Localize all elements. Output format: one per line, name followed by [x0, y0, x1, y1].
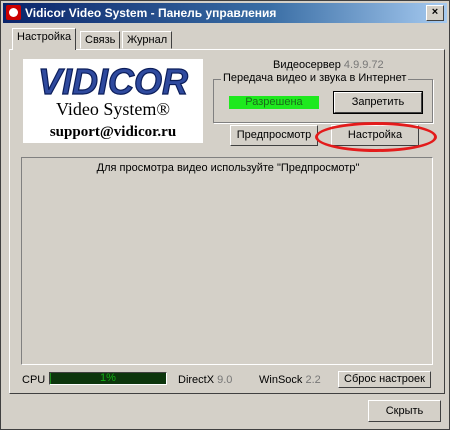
- control-panel-window: Vidicor Video System - Панель управления…: [0, 0, 450, 430]
- support-email: support@vidicor.ru: [49, 124, 177, 140]
- vidicor-logo: VIDICOR Video System® support@vidicor.ru: [23, 59, 203, 143]
- winsock-label: WinSock: [259, 374, 303, 386]
- transfer-status: Разрешена: [229, 96, 319, 109]
- cpu-usage-value: 1%: [100, 372, 116, 384]
- cpu-label: CPU: [22, 374, 46, 386]
- cpu-usage-bar: 1%: [49, 372, 167, 385]
- server-version: Видеосервер 4.9.9.72: [273, 59, 384, 71]
- block-transfer-button[interactable]: Запретить: [333, 91, 423, 114]
- directx-info: DirectX 9.0: [178, 374, 232, 386]
- red-highlight-ellipse: [315, 122, 437, 152]
- title-bar[interactable]: Vidicor Video System - Панель управления…: [3, 3, 447, 23]
- server-label: Видеосервер: [273, 59, 341, 71]
- video-preview-area: Для просмотра видео используйте "Предпро…: [21, 157, 433, 365]
- directx-version: 9.0: [217, 374, 233, 386]
- video-hint-text: Для просмотра видео используйте "Предпро…: [96, 162, 360, 174]
- preview-button[interactable]: Предпросмотр: [230, 125, 318, 146]
- app-icon: [6, 5, 21, 20]
- close-button[interactable]: ×: [426, 5, 444, 21]
- internet-transfer-title: Передача видео и звука в Интернет: [221, 72, 409, 84]
- vidicor-logo-wordmark: VIDICOR: [37, 63, 188, 101]
- tab-settings[interactable]: Настройка: [12, 28, 77, 50]
- logo-wordmark-text: VIDICOR: [38, 63, 188, 101]
- winsock-info: WinSock 2.2: [259, 374, 321, 386]
- directx-label: DirectX: [178, 374, 215, 386]
- logo-subtitle: Video System®: [55, 99, 171, 119]
- window-title: Vidicor Video System - Панель управления: [25, 6, 277, 20]
- block-transfer-label: Запретить: [351, 96, 405, 108]
- winsock-version: 2.2: [305, 374, 321, 386]
- tab-connection[interactable]: Связь: [80, 31, 121, 49]
- server-version-value: 4.9.9.72: [343, 59, 384, 71]
- tab-journal[interactable]: Журнал: [122, 31, 173, 49]
- reset-settings-button[interactable]: Сброс настроек: [338, 371, 431, 388]
- hide-button[interactable]: Скрыть: [368, 400, 441, 422]
